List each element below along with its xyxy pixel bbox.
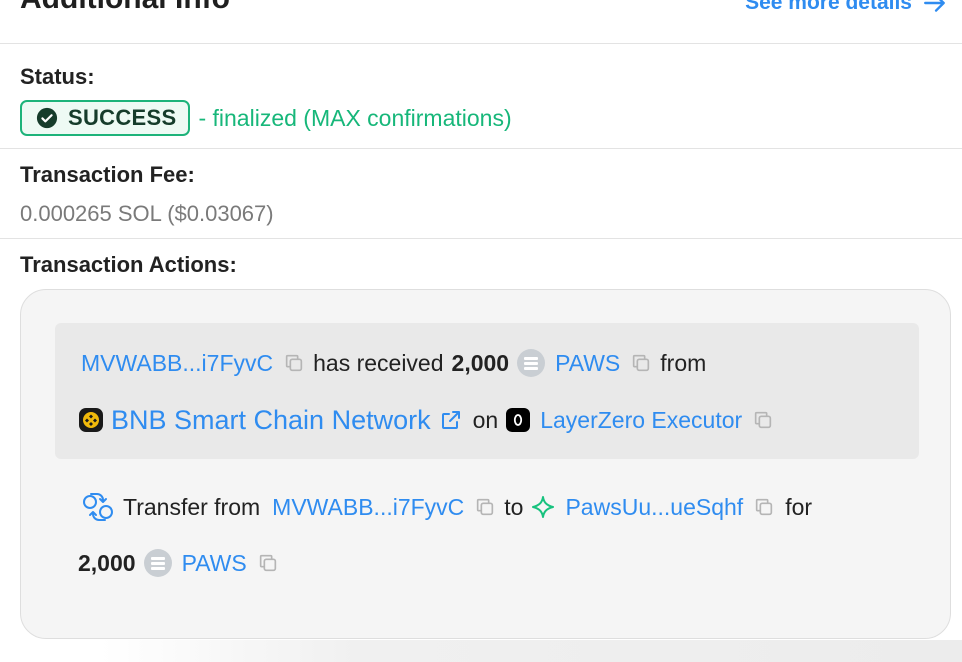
transfer-to-account-link[interactable]: PawsUu...ueSqhf xyxy=(565,494,743,521)
copy-icon[interactable] xyxy=(753,496,775,518)
transfer-from-text: Transfer from xyxy=(123,493,261,520)
copy-icon[interactable] xyxy=(257,552,279,574)
token-icon xyxy=(517,349,546,377)
on-text: on xyxy=(472,406,499,433)
transfer-from-account-link[interactable]: MVWABB...i7FyvC xyxy=(272,494,464,521)
status-badge-text: SUCCESS xyxy=(68,105,177,130)
received-line-1: MVWABB...i7FyvC has received 2,000 PAWS … xyxy=(81,347,706,379)
received-action-box: MVWABB...i7FyvC has received 2,000 PAWS … xyxy=(55,323,919,459)
bottom-shadow xyxy=(100,640,962,662)
transfer-line-2: 2,000 PAWS xyxy=(78,546,279,580)
copy-icon[interactable] xyxy=(283,352,305,374)
external-link-icon[interactable] xyxy=(439,408,463,432)
bnb-icon xyxy=(79,408,103,432)
executor-link[interactable]: LayerZero Executor xyxy=(540,407,742,434)
copy-icon[interactable] xyxy=(752,409,774,431)
status-row: SUCCESS - finalized (MAX confirmations) xyxy=(20,100,512,136)
transaction-fee-label: Transaction Fee: xyxy=(20,162,195,187)
section-title: Additional Info xyxy=(20,0,230,16)
transfer-icon xyxy=(83,493,113,521)
transaction-actions-card: MVWABB...i7FyvC has received 2,000 PAWS … xyxy=(20,289,951,639)
copy-icon[interactable] xyxy=(630,352,652,374)
receiver-account-link[interactable]: MVWABB...i7FyvC xyxy=(81,350,273,377)
arrow-right-icon xyxy=(924,0,945,12)
divider xyxy=(0,238,962,239)
layerzero-icon xyxy=(506,408,531,432)
transfer-token-link[interactable]: PAWS xyxy=(182,550,247,577)
token-icon xyxy=(143,549,172,577)
see-more-details-link[interactable]: See more details xyxy=(745,0,948,16)
copy-icon[interactable] xyxy=(474,496,496,518)
divider xyxy=(0,148,962,149)
received-amount: 2,000 xyxy=(451,349,510,376)
check-circle-icon xyxy=(36,107,58,129)
received-line-2: BNB Smart Chain Network on LayerZero Exe… xyxy=(79,403,774,437)
transaction-actions-label: Transaction Actions: xyxy=(20,252,237,277)
transfer-amount: 2,000 xyxy=(78,549,136,576)
transaction-fee-value: 0.000265 SOL ($0.03067) xyxy=(20,201,274,226)
status-badge: SUCCESS xyxy=(20,100,191,136)
for-text: for xyxy=(785,493,813,520)
sparkle-icon xyxy=(532,496,555,518)
has-received-text: has received xyxy=(313,349,444,376)
transfer-line-1: Transfer from MVWABB...i7FyvC to PawsUu.… xyxy=(81,490,812,524)
section-header: Additional Info See more details xyxy=(0,0,962,44)
from-text: from xyxy=(660,349,707,376)
network-link[interactable]: BNB Smart Chain Network xyxy=(111,405,431,436)
status-label: Status: xyxy=(20,64,95,89)
received-token-link[interactable]: PAWS xyxy=(555,350,620,377)
to-text: to xyxy=(504,493,524,520)
see-more-label: See more details xyxy=(745,0,912,14)
status-note: - finalized (MAX confirmations) xyxy=(198,104,512,131)
